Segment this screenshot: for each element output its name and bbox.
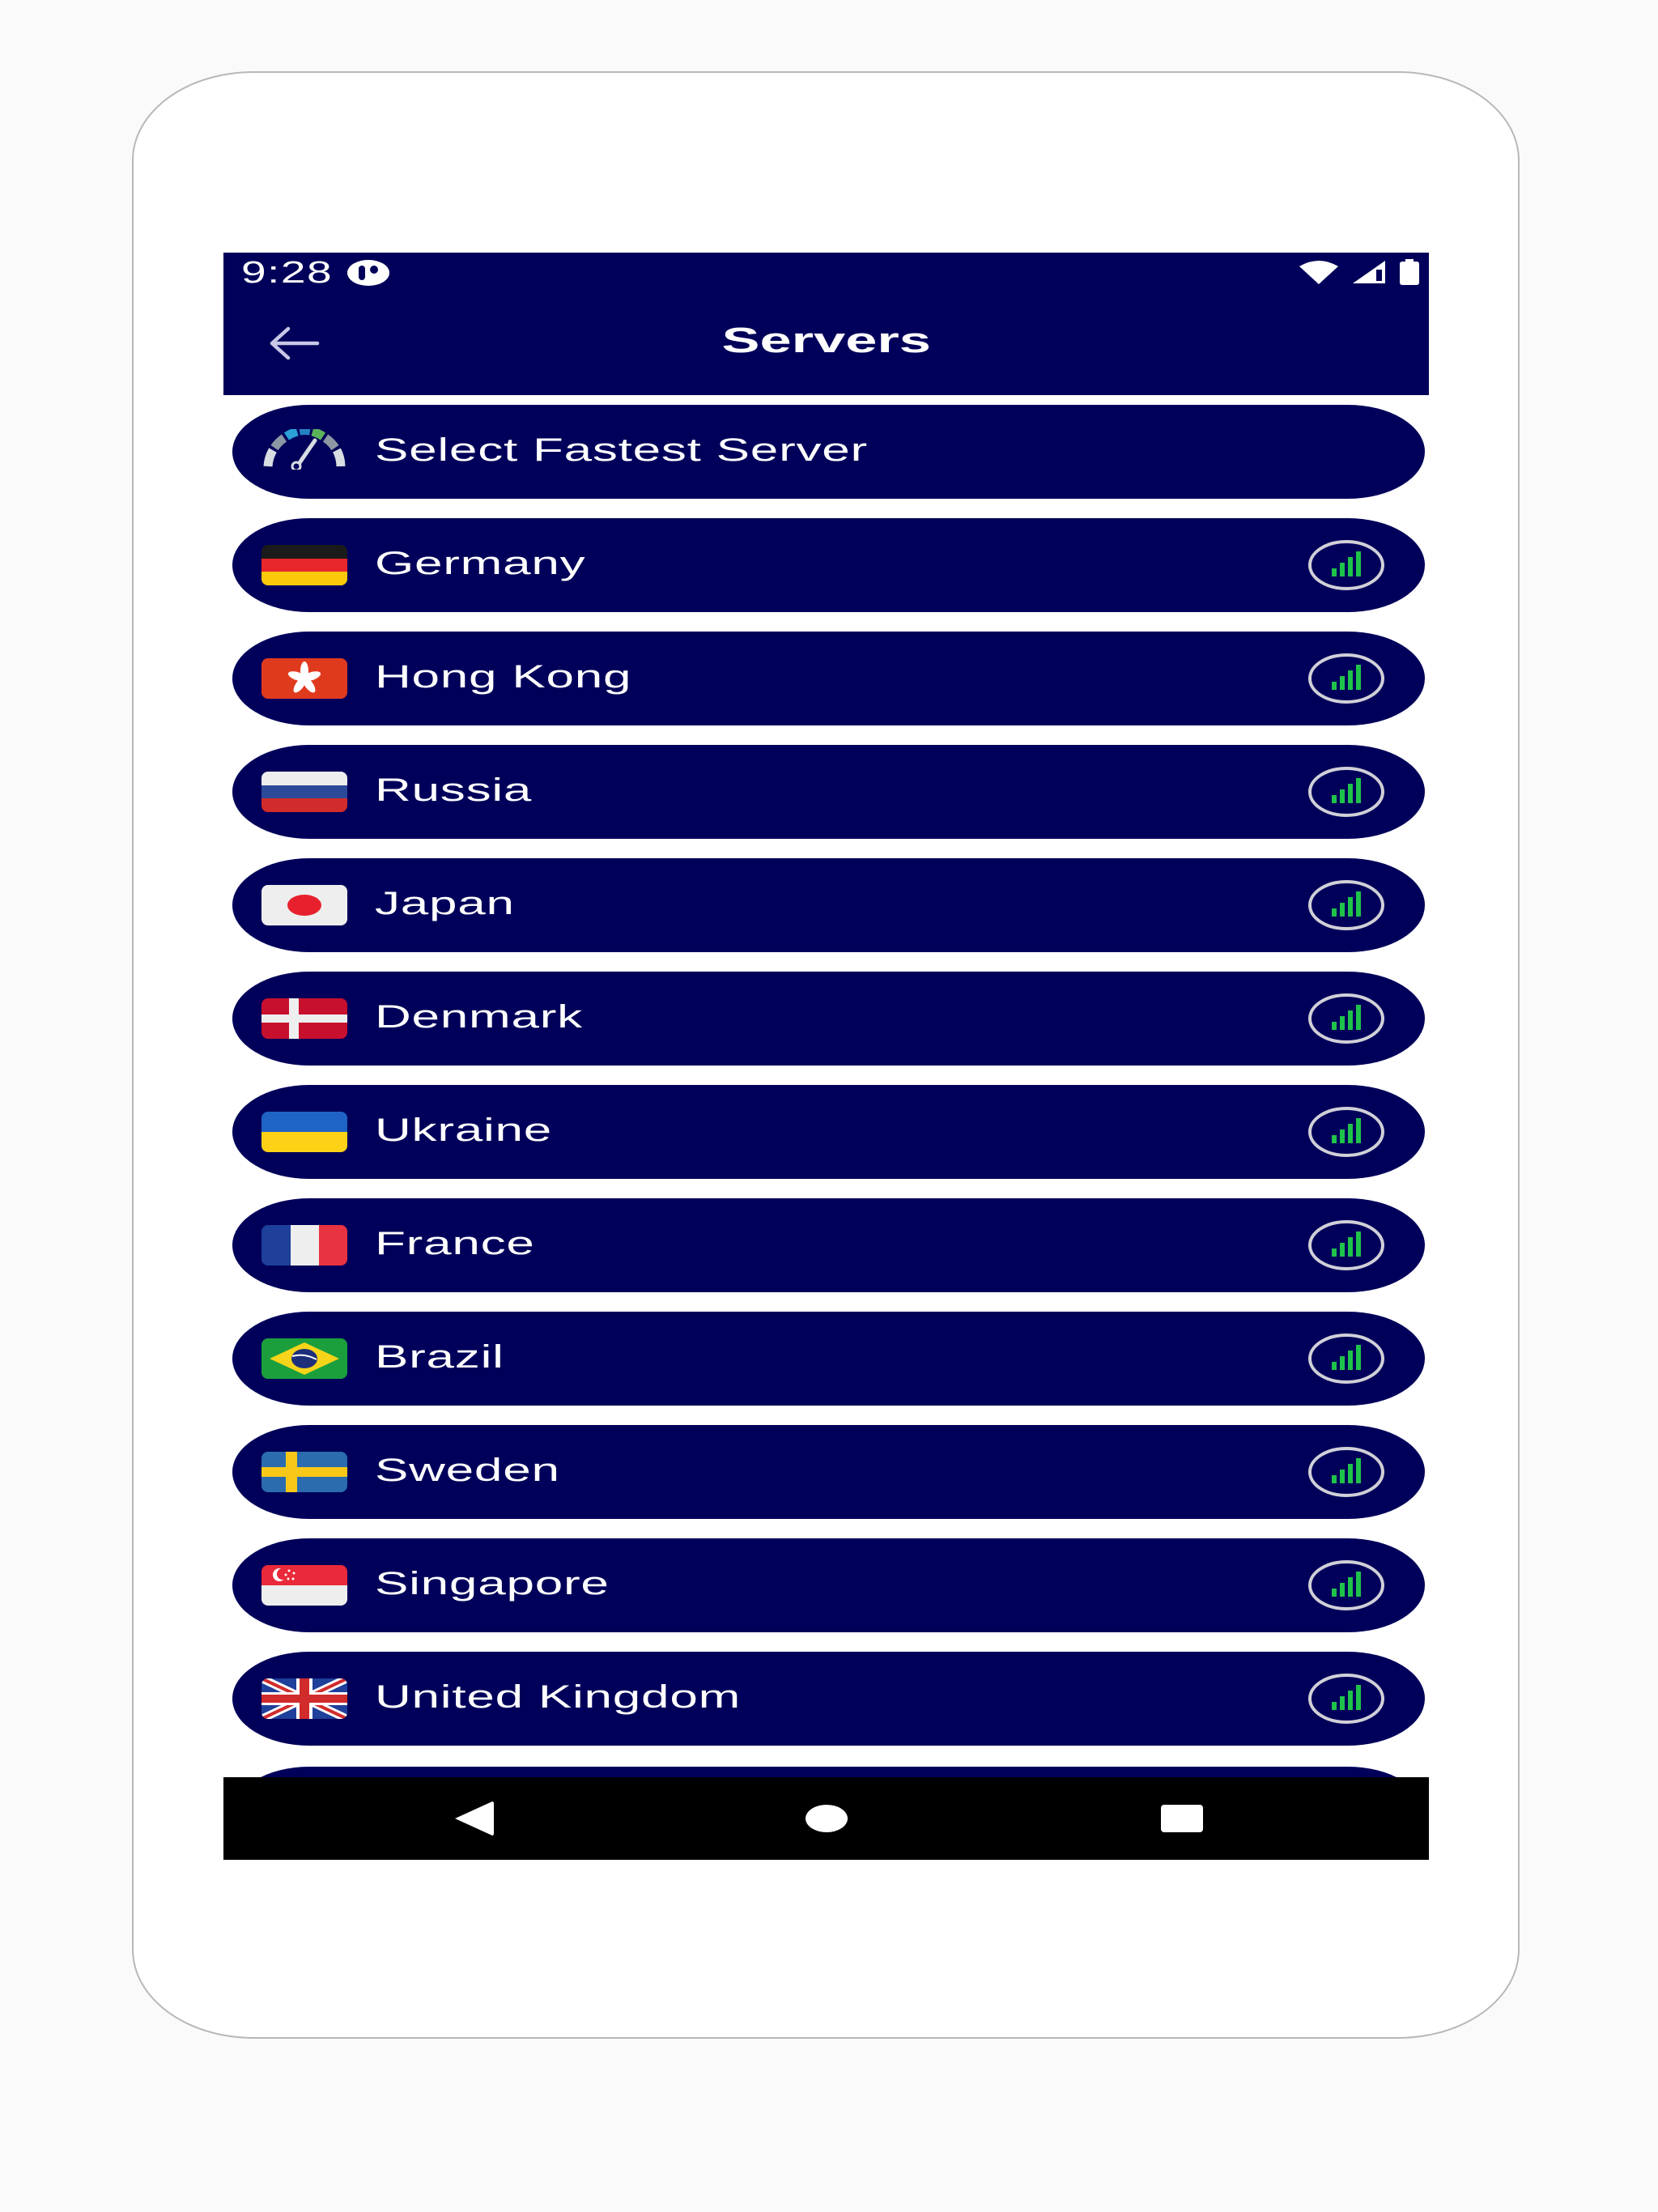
server-name: Russia	[375, 772, 533, 808]
signal-strength-icon	[1308, 540, 1384, 590]
battery-icon	[1400, 259, 1419, 285]
back-triangle-icon	[455, 1802, 494, 1836]
flag-germany-icon	[261, 545, 347, 585]
flag-japan-icon	[261, 885, 347, 925]
server-row-germany[interactable]: Germany	[232, 518, 1425, 612]
server-row-brazil[interactable]: Brazil	[232, 1312, 1425, 1406]
status-icons	[1298, 257, 1421, 287]
signal-strength-icon	[1308, 1220, 1384, 1270]
server-row-russia[interactable]: Russia	[232, 745, 1425, 839]
status-bar: 9:28	[223, 253, 1429, 293]
server-name: United Kingdom	[375, 1679, 741, 1715]
nav-back-button[interactable]	[452, 1797, 495, 1840]
server-row-sweden[interactable]: Sweden	[232, 1425, 1425, 1519]
app-screen: 9:28 Servers Select Fastest Server Germa…	[223, 253, 1429, 1860]
flag-singapore-icon	[261, 1565, 347, 1606]
server-name: Denmark	[375, 999, 583, 1035]
home-circle-icon	[806, 1805, 848, 1832]
server-row-singapore[interactable]: Singapore	[232, 1538, 1425, 1632]
flag-russia-icon	[261, 772, 347, 812]
server-row-denmark[interactable]: Denmark	[232, 972, 1425, 1066]
flag-france-icon	[261, 1225, 347, 1266]
nav-home-button[interactable]	[805, 1797, 848, 1840]
app-notification-icon	[347, 260, 389, 286]
signal-strength-icon	[1308, 653, 1384, 704]
select-fastest-server-label: Select Fastest Server	[375, 432, 868, 468]
server-row-japan[interactable]: Japan	[232, 858, 1425, 952]
server-name: Brazil	[375, 1339, 504, 1375]
page-title: Servers	[223, 321, 1429, 361]
flag-ukraine-icon	[261, 1112, 347, 1152]
server-name: France	[375, 1226, 535, 1261]
signal-strength-icon	[1308, 1447, 1384, 1497]
flag-sweden-icon	[261, 1452, 347, 1492]
flag-hong-kong-icon	[261, 658, 347, 699]
flag-denmark-icon	[261, 998, 347, 1039]
server-row-france[interactable]: France	[232, 1198, 1425, 1292]
server-row-hong-kong[interactable]: Hong Kong	[232, 632, 1425, 725]
flag-brazil-icon	[261, 1338, 347, 1379]
cellular-signal-icon	[1353, 261, 1385, 283]
signal-strength-icon	[1308, 1334, 1384, 1384]
server-name: Sweden	[375, 1453, 560, 1488]
signal-strength-icon	[1308, 880, 1384, 930]
toolbar: Servers	[223, 293, 1429, 395]
system-nav-bar	[223, 1777, 1429, 1860]
server-row-united-kingdom[interactable]: United Kingdom	[232, 1652, 1425, 1746]
page-title-text: Servers	[721, 321, 931, 360]
signal-strength-icon	[1308, 1674, 1384, 1724]
signal-strength-icon	[1308, 767, 1384, 817]
server-name: Singapore	[375, 1566, 610, 1602]
status-time: 9:28	[241, 256, 334, 290]
signal-strength-icon	[1308, 1107, 1384, 1157]
nav-recents-button[interactable]	[1159, 1797, 1205, 1840]
select-fastest-server-button[interactable]: Select Fastest Server	[232, 405, 1425, 499]
server-row-ukraine[interactable]: Ukraine	[232, 1085, 1425, 1179]
wifi-icon	[1299, 261, 1338, 284]
speedometer-icon	[263, 429, 346, 470]
server-name: Japan	[375, 886, 515, 921]
flag-united-kingdom-icon	[261, 1678, 347, 1719]
server-name: Ukraine	[375, 1112, 553, 1148]
server-name: Germany	[375, 546, 586, 581]
recents-square-icon	[1161, 1805, 1203, 1832]
server-name: Hong Kong	[375, 659, 632, 695]
signal-strength-icon	[1308, 1560, 1384, 1610]
signal-strength-icon	[1308, 993, 1384, 1044]
